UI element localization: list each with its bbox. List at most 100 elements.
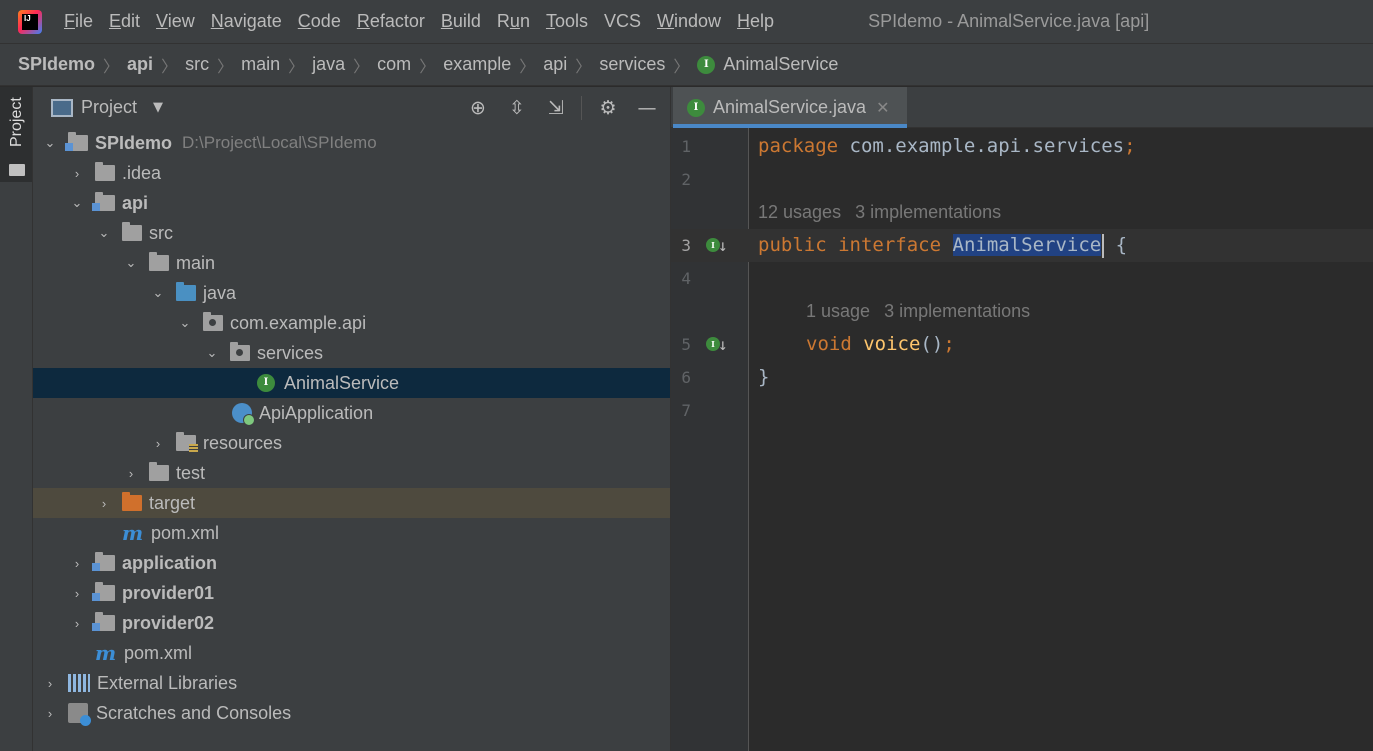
folder-icon xyxy=(9,164,25,176)
code-parens: () xyxy=(920,333,944,355)
package-icon xyxy=(230,342,250,361)
tree-item-application[interactable]: › application xyxy=(33,548,670,578)
menu-item-window[interactable]: Window xyxy=(655,11,723,32)
breadcrumb-item-java[interactable]: java xyxy=(312,54,345,75)
tree-item-provider01[interactable]: › provider01 xyxy=(33,578,670,608)
breadcrumb-chevron-icon: 〉 xyxy=(161,58,178,76)
tree-item-label: target xyxy=(149,492,196,513)
breadcrumb-item-com[interactable]: com xyxy=(377,54,411,75)
tree-item-services[interactable]: ⌄ services xyxy=(33,338,670,368)
tree-item-external-libraries[interactable]: › External Libraries xyxy=(33,668,670,698)
chevron-down-icon[interactable]: ⌄ xyxy=(151,285,165,301)
resources-folder-icon xyxy=(176,432,198,452)
usages-hint[interactable]: 12 usages xyxy=(758,202,841,222)
chevron-down-icon[interactable]: ⌄ xyxy=(178,315,192,331)
breadcrumb-item-services[interactable]: services xyxy=(599,54,665,75)
menu-item-view[interactable]: View xyxy=(154,11,197,32)
chevron-right-icon[interactable]: › xyxy=(43,676,57,691)
view-dropdown-icon[interactable]: ▼ xyxy=(153,100,163,115)
tree-item-root-pom[interactable]: m pom.xml xyxy=(33,638,670,668)
chevron-right-icon[interactable]: › xyxy=(124,466,138,481)
collapse-all-icon[interactable]: ⇲ xyxy=(543,95,569,121)
menu-item-tools[interactable]: Tools xyxy=(544,11,590,32)
package-icon xyxy=(203,312,223,331)
code-brace: } xyxy=(758,366,770,388)
tree-item-src[interactable]: ⌄ src xyxy=(33,218,670,248)
menu-item-refactor[interactable]: Refactor xyxy=(355,11,427,32)
menu-item-navigate[interactable]: Navigate xyxy=(209,11,284,32)
tree-item-api-pom[interactable]: m pom.xml xyxy=(33,518,670,548)
expand-all-icon[interactable]: ⇳ xyxy=(504,95,530,121)
usages-hint[interactable]: 1 usage xyxy=(806,301,870,321)
tree-item-label: AnimalService xyxy=(284,372,400,393)
breadcrumb-chevron-icon: 〉 xyxy=(217,58,234,76)
go-to-implementation-arrow-icon[interactable]: ↓ xyxy=(718,229,728,262)
tree-item-resources[interactable]: › resources xyxy=(33,428,670,458)
menu-item-run[interactable]: Run xyxy=(495,11,532,32)
tree-item-label: provider01 xyxy=(122,582,215,603)
intellij-logo-icon[interactable]: IJ xyxy=(18,9,42,34)
breadcrumb-item-animalservice[interactable]: AnimalService xyxy=(723,54,838,75)
window-title: SPIdemo - AnimalService.java [api] xyxy=(868,11,1150,31)
chevron-down-icon[interactable]: ⌄ xyxy=(205,345,219,361)
chevron-right-icon[interactable]: › xyxy=(43,706,57,721)
project-tool-window-tab[interactable]: Project xyxy=(0,87,32,182)
gear-icon[interactable]: ⚙ xyxy=(595,95,621,121)
breadcrumb-item-spidemo[interactable]: SPIdemo xyxy=(18,54,95,75)
project-panel-title[interactable]: Project xyxy=(81,97,137,118)
hide-panel-icon[interactable]: — xyxy=(634,95,660,121)
chevron-right-icon[interactable]: › xyxy=(70,166,84,181)
tree-item-provider02[interactable]: › provider02 xyxy=(33,608,670,638)
chevron-right-icon[interactable]: › xyxy=(97,496,111,511)
tree-item-target[interactable]: › target xyxy=(33,488,670,518)
tree-item-label: application xyxy=(122,552,218,573)
tree-item-spidemo[interactable]: ⌄ SPIdemo D:\Project\Local\SPIdemo xyxy=(33,128,670,158)
chevron-down-icon[interactable]: ⌄ xyxy=(124,255,138,271)
breadcrumb-item-api[interactable]: api xyxy=(127,54,153,75)
line-number: 1 xyxy=(681,137,691,156)
breadcrumb-item-example[interactable]: example xyxy=(443,54,511,75)
tree-item-label: .idea xyxy=(122,162,162,183)
chevron-right-icon[interactable]: › xyxy=(70,586,84,601)
tree-item-animalservice[interactable]: I AnimalService xyxy=(33,368,670,398)
chevron-down-icon[interactable]: ⌄ xyxy=(43,135,57,151)
tree-item-package[interactable]: ⌄ com.example.api xyxy=(33,308,670,338)
toolbar-separator xyxy=(581,96,582,120)
tree-item-main[interactable]: ⌄ main xyxy=(33,248,670,278)
chevron-down-icon[interactable]: ⌄ xyxy=(70,195,84,211)
chevron-right-icon[interactable]: › xyxy=(151,436,165,451)
chevron-down-icon[interactable]: ⌄ xyxy=(97,225,111,241)
close-icon[interactable]: ✕ xyxy=(876,98,889,117)
code-area[interactable]: 1 package com.example.api.services; 2 12… xyxy=(671,128,1373,751)
tree-item-apiapplication[interactable]: ApiApplication xyxy=(33,398,670,428)
breadcrumb-item-src[interactable]: src xyxy=(185,54,209,75)
code-line: 7 xyxy=(671,394,1373,427)
breadcrumb-item-api-package[interactable]: api xyxy=(543,54,567,75)
go-to-implementation-arrow-icon[interactable]: ↓ xyxy=(718,328,728,361)
menu-item-edit[interactable]: Edit xyxy=(107,11,142,32)
menu-item-help[interactable]: Help xyxy=(735,11,776,32)
tree-item-test[interactable]: › test xyxy=(33,458,670,488)
tree-item-api[interactable]: ⌄ api xyxy=(33,188,670,218)
menu-item-file[interactable]: File xyxy=(62,11,95,32)
editor: I AnimalService.java ✕ 1 package com.exa… xyxy=(670,87,1373,751)
tree-item-scratches[interactable]: › Scratches and Consoles xyxy=(33,698,670,728)
implementations-hint[interactable]: 3 implementations xyxy=(855,202,1001,222)
breadcrumb-chevron-icon: 〉 xyxy=(673,58,690,76)
tree-item-java[interactable]: ⌄ java xyxy=(33,278,670,308)
tree-item-label: pom.xml xyxy=(151,522,220,543)
editor-tab-animalservice[interactable]: I AnimalService.java ✕ xyxy=(673,87,907,128)
tree-item-idea[interactable]: › .idea xyxy=(33,158,670,188)
menu-item-code[interactable]: Code xyxy=(296,11,343,32)
breadcrumb-item-main[interactable]: main xyxy=(241,54,280,75)
implementations-hint[interactable]: 3 implementations xyxy=(884,301,1030,321)
tree-item-label: java xyxy=(203,282,237,303)
menu-item-build[interactable]: Build xyxy=(439,11,483,32)
select-opened-file-icon[interactable]: ⊕ xyxy=(465,95,491,121)
project-tab-label: Project xyxy=(8,97,25,147)
menu-item-vcs[interactable]: VCS xyxy=(602,11,643,32)
chevron-right-icon[interactable]: › xyxy=(70,616,84,631)
package-name: com.example.api.services xyxy=(849,135,1125,157)
chevron-right-icon[interactable]: › xyxy=(70,556,84,571)
breadcrumb-chevron-icon: 〉 xyxy=(353,58,370,76)
